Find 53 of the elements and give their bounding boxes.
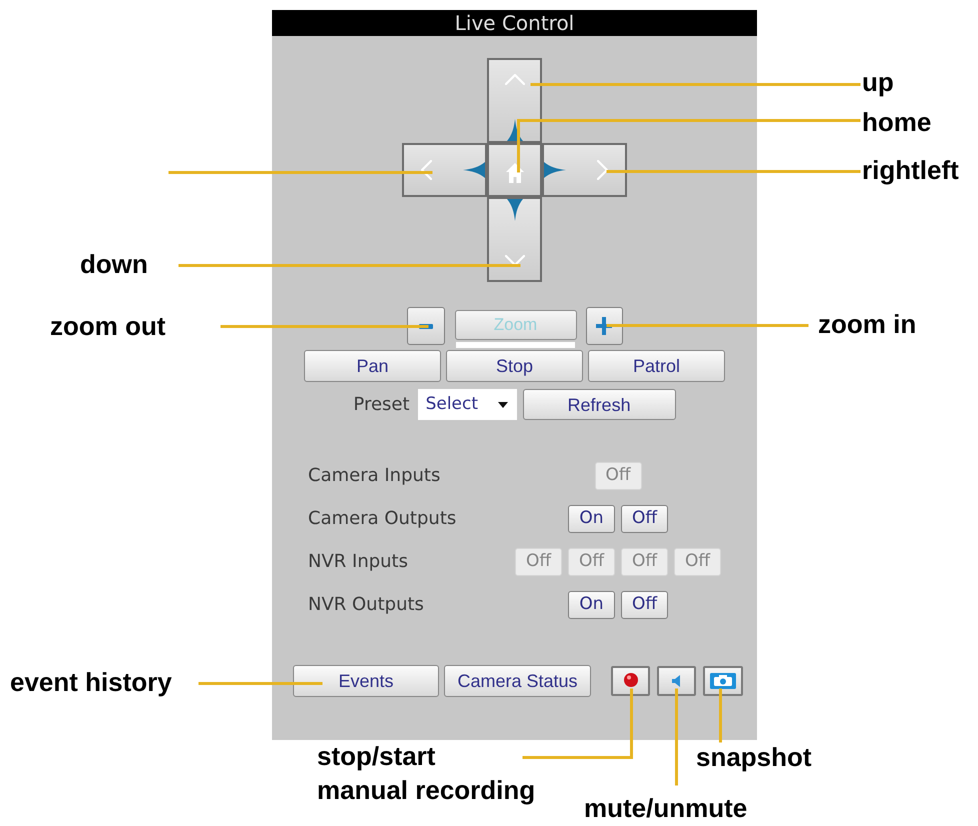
caret-down-icon <box>498 402 508 408</box>
io-label: NVR Inputs <box>308 552 409 570</box>
callout-label: stop/start manual recording <box>317 740 536 807</box>
pan-right-button[interactable] <box>542 143 627 197</box>
callout-label: rightleft <box>862 154 959 187</box>
pan-up-button[interactable] <box>487 58 542 143</box>
home-icon <box>504 162 524 184</box>
callout-label: mute/unmute <box>584 792 748 825</box>
chevron-down-icon <box>504 255 524 266</box>
events-button[interactable]: Events <box>293 665 439 697</box>
arrow-left-icon <box>463 162 485 178</box>
callout-label: snapshot <box>696 741 812 774</box>
refresh-button[interactable]: Refresh <box>522 389 676 420</box>
callout-label: home <box>862 106 932 139</box>
toggle-button[interactable]: On <box>568 590 615 618</box>
callout-label: zoom in <box>818 308 916 341</box>
callout-label: up <box>862 66 894 99</box>
pan-left-button[interactable] <box>402 143 487 197</box>
zoom-out-button[interactable] <box>406 307 444 345</box>
toggle-button[interactable]: On <box>568 504 615 532</box>
pan-button[interactable]: Pan <box>304 350 441 382</box>
home-button[interactable] <box>487 143 542 197</box>
callout-label: zoom out <box>50 310 166 343</box>
arrow-up-icon <box>506 119 522 141</box>
camera-status-button[interactable]: Camera Status <box>444 665 591 697</box>
plus-icon <box>596 317 612 335</box>
arrow-right-icon <box>544 162 566 178</box>
panel-title: Live Control <box>272 10 757 36</box>
toggle-button[interactable]: Off <box>621 590 668 618</box>
pan-down-button[interactable] <box>487 197 542 282</box>
camera-icon <box>710 673 736 689</box>
snapshot-button[interactable] <box>703 666 743 696</box>
zoom-label: Zoom <box>454 310 576 340</box>
patrol-button[interactable]: Patrol <box>588 350 725 382</box>
io-label: Camera Inputs <box>308 466 442 484</box>
leader-line <box>718 686 722 744</box>
preset-select[interactable]: Select <box>418 389 517 420</box>
callout-label: down <box>80 248 148 281</box>
chevron-left-icon <box>421 160 432 180</box>
record-button[interactable] <box>611 666 650 696</box>
speaker-icon <box>672 675 682 687</box>
zoom-in-button[interactable] <box>586 307 622 345</box>
chevron-up-icon <box>504 74 524 85</box>
preset-label: Preset <box>353 396 410 414</box>
record-icon <box>624 673 638 687</box>
arrow-down-icon <box>506 199 522 221</box>
mute-button[interactable] <box>657 666 696 696</box>
callout-label: event history <box>10 666 172 699</box>
io-label: NVR Outputs <box>308 596 425 614</box>
io-label: Camera Outputs <box>308 510 458 528</box>
toggle-button[interactable]: Off <box>621 504 668 532</box>
chevron-right-icon <box>597 160 608 180</box>
stop-button[interactable]: Stop <box>446 350 583 382</box>
